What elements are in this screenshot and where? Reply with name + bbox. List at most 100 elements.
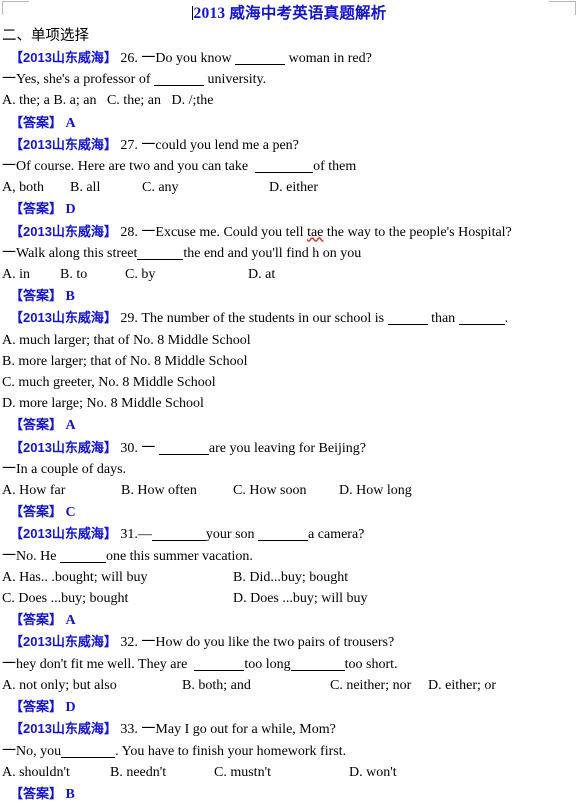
stem-text-mid: your son — [205, 527, 259, 543]
options-28: A. in B. to C. by D. at — [0, 264, 578, 285]
question-stem-32: 【2013山东威海】 32. 一How do you like the two … — [0, 631, 578, 653]
answer-value: A — [65, 418, 76, 434]
reply-text-tail: too short. — [344, 656, 398, 672]
source-tag: 【2013山东威海】 — [10, 526, 117, 542]
stem-text: 一May I go out for a while, Mom? — [141, 722, 336, 738]
source-tag: 【2013山东威海】 — [10, 310, 117, 326]
option-b: B. How often — [121, 483, 197, 499]
question-number: 27. — [120, 137, 138, 153]
source-tag: 【2013山东威海】 — [10, 223, 117, 239]
answer-blank — [137, 247, 184, 260]
source-tag: 【2013山东威海】 — [10, 721, 117, 737]
answer-blank — [194, 658, 245, 671]
reply-text-mid: too long — [244, 656, 291, 672]
stem-text-tail: woman in red? — [285, 51, 372, 66]
stem-text-tail: the way to the people's Hospital? — [323, 224, 512, 240]
question-stem-28: 【2013山东威海】 28. 一Excuse me. Could you tel… — [0, 221, 578, 243]
answer-blank — [387, 312, 428, 326]
misspelled-word: tae — [307, 224, 324, 240]
answer-29: 【答案】 A — [0, 414, 578, 436]
options-31-row1: A. Has.. .bought; will buy B. Did...buy; … — [0, 567, 578, 588]
option-b-29: B. more larger; that of No. 8 Middle Sch… — [2, 353, 248, 369]
question-stem-33: 【2013山东威海】 33. 一May I go out for a while… — [0, 718, 578, 740]
option-c: C. by — [125, 267, 156, 283]
answer-label: 【答案】 — [10, 417, 63, 433]
question-reply-26: 一Yes, she's a professor of university. — [0, 69, 578, 90]
source-tag: 【2013山东威海】 — [10, 136, 117, 152]
option-c: C. mustn't — [214, 764, 271, 780]
option-a: A. Has.. .bought; will buy — [2, 569, 148, 585]
answer-label: 【答案】 — [10, 288, 63, 304]
stem-text: 一could you lend me a pen? — [141, 137, 299, 153]
answer-value: D — [65, 700, 76, 716]
stem-text: 一 — [141, 440, 159, 456]
answer-label: 【答案】 — [10, 785, 63, 801]
question-reply-28: 一Walk along this street the end and you'l… — [0, 243, 578, 264]
option-d: D. at — [248, 267, 276, 283]
section-heading: 二、单项选择 — [2, 28, 89, 44]
option-d: D. Does ...buy; will buy — [233, 591, 368, 607]
answer-blank — [59, 550, 106, 563]
answer-blank — [158, 442, 209, 455]
answer-value: A — [65, 115, 76, 131]
answer-32: 【答案】 D — [0, 696, 578, 718]
options-33: A. shouldn't B. needn't C. mustn't D. won't — [0, 762, 578, 783]
option-d: D. won't — [349, 764, 397, 780]
answer-blank — [151, 528, 206, 542]
option-b: B. all — [70, 180, 101, 196]
question-reply-32: 一hey don't fit me well. They are too lon… — [0, 654, 578, 675]
answer-blank — [290, 658, 345, 671]
answer-28: 【答案】 B — [0, 285, 578, 307]
options-32: A. not only; but also B. both; and C. neit… — [0, 675, 578, 696]
reply-text: 一No. He — [2, 548, 60, 564]
question-stem-29: 【2013山东威海】 29. The number of the student… — [0, 307, 578, 329]
question-stem-30: 【2013山东威海】 30. 一 are you leaving for Bei… — [0, 437, 578, 459]
answer-blank — [61, 745, 116, 758]
text-caret — [191, 6, 193, 20]
reply-text: 一Yes, she's a professor of — [2, 72, 154, 88]
option-d-29: D. more large; No. 8 Middle School — [2, 396, 204, 412]
stem-text-tail: . — [504, 311, 509, 327]
answer-blank — [153, 73, 204, 87]
answer-value: A — [65, 613, 76, 629]
stem-text-mid: than — [427, 311, 459, 327]
stem-text-tail: a camera? — [308, 527, 365, 543]
answer-26: 【答案】 A — [0, 112, 578, 134]
option-a-29: A. much larger; that of No. 8 Middle Sch… — [2, 332, 251, 348]
option-a: A, both — [2, 180, 44, 196]
option-c-29: C. much greeter, No. 8 Middle School — [2, 375, 216, 391]
option-c: C. neither; nor — [330, 677, 412, 693]
answer-value: D — [65, 202, 76, 218]
answer-30: 【答案】 C — [0, 501, 578, 523]
stem-text: 一Do you know — [141, 51, 236, 66]
question-number: 33. — [120, 722, 138, 738]
reply-text: 一hey don't fit me well. They are — [2, 656, 195, 672]
answer-31: 【答案】 A — [0, 609, 578, 631]
source-tag: 【2013山东威海】 — [10, 634, 117, 650]
option-d: D. either — [269, 180, 318, 196]
answer-label: 【答案】 — [10, 201, 63, 217]
source-tag: 【2013山东威海】 — [10, 439, 117, 455]
question-number: 30. — [120, 440, 138, 456]
option-c: C. any — [142, 180, 179, 196]
reply-text-tail: . You have to finish your homework first… — [115, 743, 347, 759]
reply-text: 一Of course. Here are two and you can tak… — [2, 159, 256, 175]
answer-33: 【答案】 B — [0, 783, 578, 805]
source-tag: 【2013山东威海】 — [10, 50, 117, 65]
answer-label: 【答案】 — [10, 699, 63, 715]
question-number: 31.— — [120, 527, 152, 543]
option-c: C. Does ...buy; bought — [2, 591, 129, 607]
stem-text-tail: are you leaving for Beijing? — [208, 440, 366, 456]
stem-text: The number of the students in our school… — [141, 311, 388, 327]
reply-text: 一Walk along this street — [2, 245, 138, 261]
option-d: D. either; or — [428, 677, 497, 693]
reply-text-tail: of them — [313, 159, 357, 175]
stem-text: 一How do you like the two pairs of trouse… — [141, 635, 395, 651]
stem-text: 一Excuse me. Could you tell — [141, 224, 308, 240]
answer-value: C — [65, 505, 76, 521]
answer-27: 【答案】 D — [0, 198, 578, 220]
question-reply-27: 一Of course. Here are two and you can tak… — [0, 156, 578, 177]
question-stem-27: 【2013山东威海】 27. 一could you lend me a pen? — [0, 134, 578, 156]
document-page: 2013 威海中考英语真题解析 二、单项选择 【2013山东威海】 26. 一D… — [0, 0, 578, 805]
option-a: A. in — [2, 267, 30, 283]
